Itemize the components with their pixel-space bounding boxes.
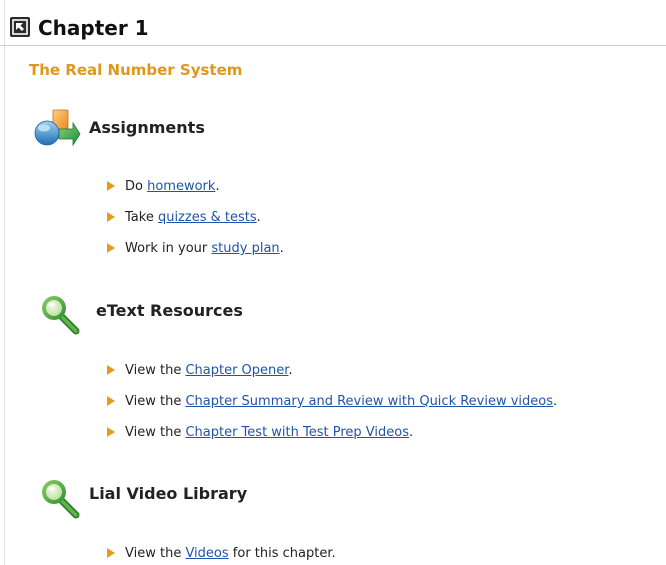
magnifier-icon	[38, 476, 82, 520]
bullet-arrow-icon	[107, 396, 115, 406]
item-prefix: Work in your	[125, 241, 212, 256]
list-item: View the Chapter Test with Test Prep Vid…	[107, 423, 413, 443]
bullet-arrow-icon	[107, 212, 115, 222]
bullet-arrow-icon	[107, 243, 115, 253]
bullet-arrow-icon	[107, 548, 115, 558]
item-suffix: .	[215, 179, 220, 194]
quizzes-tests-link[interactable]: quizzes & tests	[158, 210, 257, 225]
item-prefix: View the	[125, 425, 186, 440]
magnifier-icon	[38, 292, 82, 336]
item-suffix: .	[279, 241, 284, 256]
homework-link[interactable]: homework	[147, 179, 215, 194]
list-item: View the Chapter Opener.	[107, 361, 293, 381]
item-prefix: Do	[125, 179, 148, 194]
bullet-arrow-icon	[107, 427, 115, 437]
chapter-test-link[interactable]: Chapter Test with Test Prep Videos	[185, 425, 409, 440]
item-suffix: .	[256, 210, 261, 225]
item-suffix: .	[288, 363, 293, 378]
chapter-opener-link[interactable]: Chapter Opener	[185, 363, 288, 378]
bullet-arrow-icon	[107, 365, 115, 375]
item-prefix: View the	[125, 546, 186, 561]
list-item: View the Chapter Summary and Review with…	[107, 392, 557, 412]
collapse-arrow-icon[interactable]	[10, 17, 30, 37]
left-border	[4, 0, 5, 565]
item-suffix: .	[553, 394, 558, 409]
item-prefix: Take	[125, 210, 158, 225]
item-prefix: View the	[125, 394, 186, 409]
chapter-summary-review-link[interactable]: Chapter Summary and Review with Quick Re…	[185, 394, 553, 409]
section-title: The Real Number System	[29, 61, 243, 79]
bullet-arrow-icon	[107, 181, 115, 191]
group-heading-etext-resources: eText Resources	[96, 301, 243, 320]
group-heading-lial-video-library: Lial Video Library	[89, 484, 248, 503]
group-heading-assignments: Assignments	[89, 118, 205, 137]
chapter-header: Chapter 1	[0, 13, 666, 46]
list-item: View the Videos for this chapter.	[107, 544, 336, 564]
list-item: Do homework.	[107, 177, 220, 197]
assignments-icon	[33, 107, 81, 153]
item-suffix: .	[409, 425, 414, 440]
study-plan-link[interactable]: study plan	[211, 241, 279, 256]
list-item: Work in your study plan.	[107, 239, 284, 259]
list-item: Take quizzes & tests.	[107, 208, 261, 228]
videos-link[interactable]: Videos	[185, 546, 228, 561]
item-prefix: View the	[125, 363, 186, 378]
item-suffix: for this chapter.	[228, 546, 336, 561]
chapter-title: Chapter 1	[38, 16, 149, 40]
